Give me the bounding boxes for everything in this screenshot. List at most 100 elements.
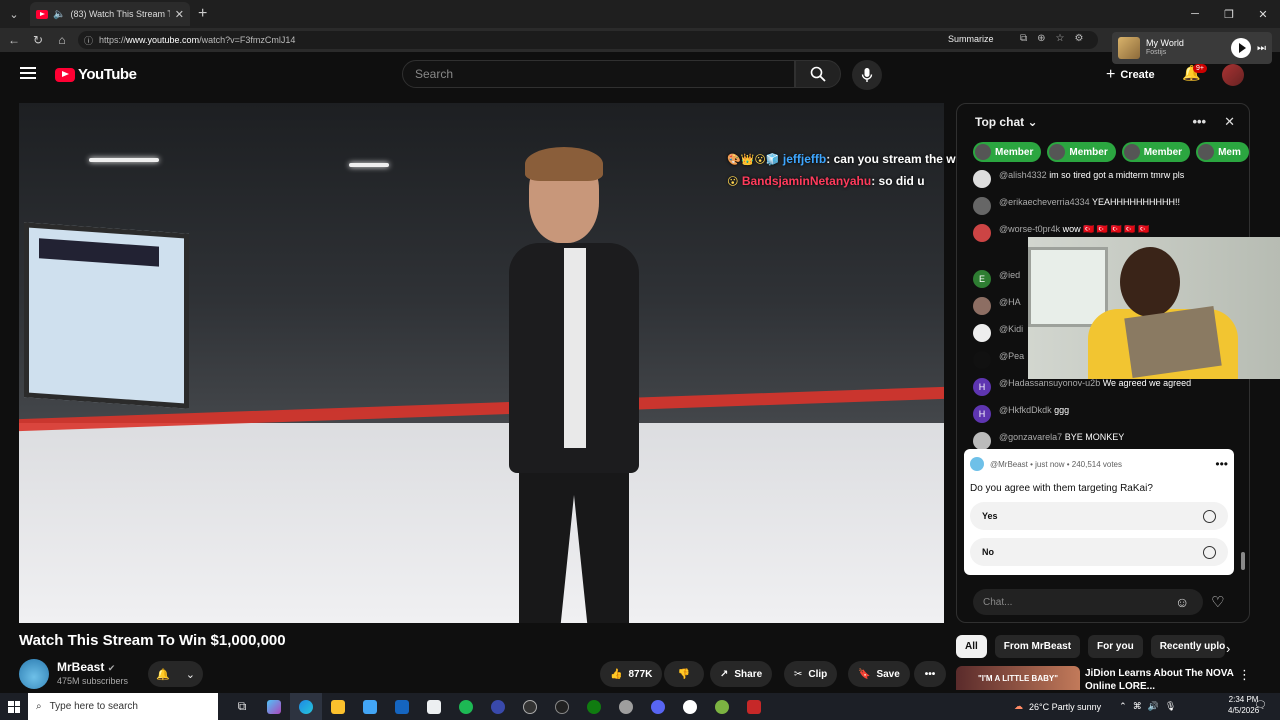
close-chat-icon[interactable]: ✕ [1224, 114, 1235, 130]
member-pill[interactable]: Member [973, 142, 1042, 162]
weather-text[interactable]: 26°C Partly sunny [1029, 702, 1101, 712]
subscription-bell-button[interactable]: 🔔 ⌄ [148, 661, 203, 687]
edge-icon[interactable] [290, 693, 322, 720]
weather-icon[interactable]: ☁ [1014, 701, 1023, 712]
maximize-icon[interactable]: ❐ [1212, 0, 1246, 28]
filter-chip-all[interactable]: All [956, 635, 987, 658]
back-icon[interactable]: ← [2, 33, 26, 47]
chat-message[interactable]: H @Hadassansuyonov-u2b We agreed we agree… [973, 378, 1237, 396]
app-icon[interactable] [674, 693, 706, 720]
store-icon[interactable] [354, 693, 386, 720]
search-input[interactable]: Search [402, 60, 795, 88]
windows-taskbar: ⌕ Type here to search ⧉ ☁ 26°C Partly su… [0, 693, 1280, 720]
mail-icon[interactable] [386, 693, 418, 720]
network-icon[interactable]: ⌘ [1133, 701, 1142, 712]
browser-tab[interactable]: 🔈 (83) Watch This Stream To Wi ✕ [30, 2, 190, 26]
microphone-icon [861, 68, 873, 82]
volume-icon[interactable]: 🔊 [1148, 701, 1159, 712]
obs-icon[interactable] [514, 693, 546, 720]
app-icon[interactable] [610, 693, 642, 720]
task-view-icon[interactable]: ⧉ [226, 693, 258, 720]
extensions-icon[interactable]: ⚙ [1075, 33, 1084, 44]
zoom-icon[interactable]: ⊕ [1037, 33, 1045, 44]
site-info-icon[interactable]: ⓘ [84, 34, 93, 47]
thumbs-down-icon: 👎 [677, 668, 691, 680]
member-pill[interactable]: Member [1047, 142, 1116, 162]
more-actions-button[interactable]: ••• [914, 661, 946, 687]
chat-message[interactable]: @erikaecheverria4334 YEAHHHHHHHHHH!! [973, 197, 1237, 215]
save-button[interactable]: 🔖 Save [848, 661, 910, 687]
share-icon: ↗ [720, 668, 729, 680]
app-icon[interactable] [738, 693, 770, 720]
new-tab-button[interactable]: + [198, 5, 207, 23]
share-button[interactable]: ↗ Share [710, 661, 773, 687]
chat-more-icon[interactable]: ••• [1192, 114, 1206, 130]
poll-option-yes[interactable]: Yes [970, 502, 1228, 530]
member-pill[interactable]: Member [1121, 142, 1191, 162]
file-explorer-icon[interactable] [322, 693, 354, 720]
microphone-icon[interactable]: 🎙 [1165, 701, 1176, 712]
poll-option-no[interactable]: No [970, 538, 1228, 566]
notepad-icon[interactable] [418, 693, 450, 720]
plus-icon: + [1106, 66, 1116, 83]
media-play-icon[interactable] [1231, 38, 1251, 58]
filter-chip-recent[interactable]: Recently uplo [1150, 635, 1225, 658]
xbox-icon[interactable] [578, 693, 610, 720]
address-icons: ⧉ ⊕ ☆ ⚙ [1020, 33, 1083, 44]
poll-question: Do you agree with them targeting RaKai? [970, 483, 1153, 494]
top-chat-dropdown[interactable]: Top chat ⌄ [975, 115, 1038, 129]
chat-message[interactable]: @gonzavarela7 BYE MONKEY [973, 432, 1237, 450]
clip-button[interactable]: ✂ Clip [784, 661, 838, 687]
copilot-icon[interactable] [258, 693, 290, 720]
address-toolbar: ← ↻ ⌂ ⓘ https://www.youtube.com/watch?v=… [0, 28, 1280, 52]
emoji-icon[interactable]: ☺ [1175, 594, 1189, 610]
minimize-icon[interactable]: ─ [1178, 0, 1212, 28]
filter-chip-for-you[interactable]: For you [1088, 635, 1143, 658]
chat-input[interactable]: Chat... [973, 589, 1203, 615]
app-icon[interactable] [546, 693, 578, 720]
heart-icon[interactable]: ♡ [1211, 593, 1224, 611]
close-tab-icon[interactable]: ✕ [175, 8, 184, 21]
youtube-logo[interactable]: YouTube [55, 66, 137, 83]
app-icon[interactable] [706, 693, 738, 720]
radio-icon [1203, 509, 1216, 523]
tab-list-button[interactable]: ⌄ [2, 3, 26, 25]
account-avatar[interactable] [1222, 64, 1244, 86]
recommended-thumbnail[interactable]: "I'M A LITTLE BABY" [956, 666, 1080, 690]
refresh-icon[interactable]: ↻ [26, 33, 50, 47]
youtube-header: YouTube Search + Create 🔔 9+ [0, 52, 1280, 98]
chevron-up-icon[interactable]: ⌃ [1119, 701, 1127, 712]
radio-icon [1203, 545, 1216, 559]
dislike-button[interactable]: 👎 [664, 661, 704, 687]
app-icon[interactable] [482, 693, 514, 720]
summarize-button[interactable]: Summarize [948, 34, 994, 44]
channel-name[interactable]: MrBeast ✔ [57, 660, 115, 674]
chat-message[interactable]: H @HkfkdDkdk ggg [973, 405, 1237, 423]
search-button[interactable] [795, 60, 841, 88]
recommendation-more-icon[interactable]: ⋮ [1238, 667, 1251, 683]
notification-center-icon[interactable]: 🗨 [1254, 700, 1267, 711]
taskbar-search-input[interactable]: ⌕ Type here to search [28, 693, 218, 720]
like-button[interactable]: 👍 877K [600, 661, 662, 687]
voice-search-button[interactable] [852, 60, 882, 90]
speaker-icon[interactable]: 🔈 [53, 9, 65, 20]
member-pill[interactable]: Mem [1196, 142, 1249, 162]
filter-chip-from-channel[interactable]: From MrBeast [994, 635, 1081, 658]
create-button[interactable]: + Create [1106, 66, 1155, 84]
media-next-icon[interactable]: ⏭ [1257, 43, 1266, 54]
favorite-star-icon[interactable]: ☆ [1056, 33, 1065, 44]
chevron-right-icon[interactable]: › [1226, 641, 1230, 656]
channel-avatar[interactable] [19, 659, 49, 689]
spotify-icon[interactable] [450, 693, 482, 720]
home-icon[interactable]: ⌂ [50, 33, 74, 47]
album-art [1118, 37, 1140, 59]
recommended-title[interactable]: JiDion Learns About The NOVA Online LORE… [1085, 667, 1235, 693]
url-field[interactable]: ⓘ https://www.youtube.com/watch?v=F3fmzC… [78, 31, 1098, 49]
close-window-icon[interactable]: ✕ [1246, 0, 1280, 28]
split-screen-icon[interactable]: ⧉ [1020, 33, 1027, 44]
menu-icon[interactable] [20, 67, 36, 82]
discord-icon[interactable] [642, 693, 674, 720]
chat-message[interactable]: @alish4332 im so tired got a midterm tmr… [973, 170, 1237, 188]
poll-more-icon[interactable]: ••• [1215, 457, 1228, 471]
start-button[interactable] [0, 693, 28, 720]
